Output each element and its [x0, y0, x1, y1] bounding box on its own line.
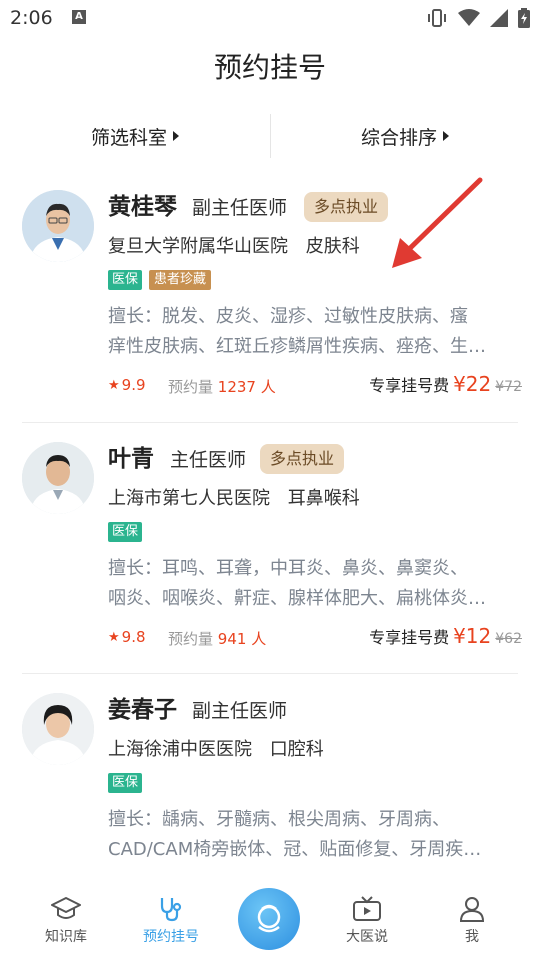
annotation-arrow-icon — [392, 177, 483, 268]
department-filter[interactable]: 筛选科室 — [0, 114, 270, 158]
doctor-name: 黄桂琴 — [108, 194, 177, 220]
patient-favorite-badge: 患者珍藏 — [149, 270, 212, 290]
registration-fee: 专享挂号费 ¥12 ¥62 — [369, 624, 522, 648]
insurance-badge: 医保 — [108, 522, 143, 542]
doctor-stats: ★ 9.9 预约量 1237 人 专享挂号费 ¥22 ¥72 — [108, 372, 522, 400]
doctor-card[interactable]: 叶青 主任医师 多点执业 上海市第七人民医院 耳鼻喉科 医保 擅长：耳鸣、耳聋，… — [22, 442, 522, 654]
status-bar: 2:06 A — [0, 0, 540, 36]
department-name: 皮肤科 — [305, 236, 360, 257]
nav-talk[interactable]: 大医说 — [327, 896, 407, 946]
hospital-name: 上海市第七人民医院 — [108, 488, 270, 509]
doctor-hospital: 上海徐浦中医医院 口腔科 — [108, 737, 324, 763]
signal-icon — [490, 9, 508, 27]
nav-knowledge[interactable]: 知识库 — [26, 896, 106, 946]
fee-original-price: ¥72 — [495, 379, 522, 395]
status-time: 2:06 — [10, 7, 53, 29]
hospital-name: 复旦大学附属华山医院 — [108, 236, 288, 257]
specialty-line: 咽炎、咽喉炎、鼾症、腺样体肥大、扁桃体炎… — [108, 588, 486, 609]
fee-original-price: ¥62 — [495, 631, 522, 647]
doctor-name: 叶青 — [108, 446, 154, 472]
doctor-title: 副主任医师 — [192, 197, 288, 219]
specialty-line: 痒性皮肤病、红斑丘疹鳞屑性疾病、痤疮、生… — [108, 336, 486, 357]
multi-practice-tag: 多点执业 — [260, 444, 345, 474]
badges: 医保 — [108, 773, 143, 793]
fee-price: ¥22 — [453, 372, 492, 396]
doctor-title: 主任医师 — [170, 449, 247, 471]
avatar — [22, 693, 94, 765]
doctor-specialty: 擅长：龋病、牙髓病、根尖周病、牙周病、 CAD/CAM椅旁嵌体、冠、贴面修复、牙… — [108, 805, 520, 865]
nav-center-button[interactable] — [238, 888, 300, 950]
appointment-unit: 人 — [260, 378, 276, 396]
doctor-specialty: 擅长：耳鸣、耳聋，中耳炎、鼻炎、鼻窦炎、 咽炎、咽喉炎、鼾症、腺样体肥大、扁桃体… — [108, 554, 520, 614]
multi-practice-tag: 多点执业 — [304, 192, 389, 222]
nav-appointment-label: 预约挂号 — [143, 929, 199, 945]
person-icon — [459, 897, 485, 922]
department-name: 耳鼻喉科 — [287, 488, 360, 509]
avatar — [22, 190, 94, 262]
card-divider — [22, 673, 518, 674]
department-filter-label: 筛选科室 — [90, 126, 167, 149]
appointment-number: 1237 — [217, 378, 256, 396]
rating-value: 9.8 — [121, 628, 146, 646]
doctor-hospital: 复旦大学附属华山医院 皮肤科 — [108, 234, 360, 260]
page-title: 预约挂号 — [213, 51, 326, 84]
doctor-name: 姜春子 — [108, 697, 177, 723]
status-icons — [426, 7, 530, 29]
caret-right-icon — [443, 131, 449, 141]
vibrate-icon — [428, 9, 446, 27]
rating: ★ 9.8 — [108, 628, 146, 646]
specialty-line: 擅长：脱发、皮炎、湿疹、过敏性皮肤病、瘙 — [108, 306, 468, 327]
avatar — [22, 442, 94, 514]
specialty-line: 擅长：龋病、牙髓病、根尖周病、牙周病、 — [108, 809, 450, 830]
doctor-card[interactable]: 姜春子 副主任医师 上海徐浦中医医院 口腔科 医保 擅长：龋病、牙髓病、根尖周病… — [22, 693, 518, 873]
battery-icon — [518, 8, 530, 28]
appointment-unit: 人 — [251, 630, 267, 648]
mascot-icon — [257, 904, 281, 933]
specialty-line: 擅长：耳鸣、耳聋，中耳炎、鼻炎、鼻窦炎、 — [108, 558, 468, 579]
specialty-line: CAD/CAM椅旁嵌体、冠、贴面修复、牙周疾… — [108, 839, 482, 860]
nav-talk-label: 大医说 — [346, 929, 388, 945]
doctor-title: 副主任医师 — [192, 700, 288, 722]
nav-me[interactable]: 我 — [432, 896, 512, 946]
insurance-badge: 医保 — [108, 773, 143, 793]
appointment-number: 941 — [217, 630, 247, 648]
star-icon: ★ — [108, 377, 120, 393]
card-divider — [22, 422, 518, 423]
graduation-cap-icon — [51, 897, 81, 919]
stethoscope-icon — [160, 898, 182, 922]
appointment-count: 预约量 1237 人 — [168, 376, 276, 397]
nav-me-label: 我 — [465, 929, 479, 945]
appointment-label: 预约量 — [168, 378, 214, 396]
notification-a-icon: A — [72, 10, 86, 24]
filter-bar: 筛选科室 综合排序 — [0, 114, 540, 158]
doctor-stats: ★ 9.8 预约量 941 人 专享挂号费 ¥12 ¥62 — [108, 624, 522, 652]
doctor-hospital: 上海市第七人民医院 耳鼻喉科 — [108, 486, 360, 512]
star-icon: ★ — [108, 629, 120, 645]
badges: 医保 患者珍藏 — [108, 270, 212, 290]
fee-label: 专享挂号费 — [369, 376, 450, 395]
registration-fee: 专享挂号费 ¥22 ¥72 — [369, 372, 522, 396]
badges: 医保 — [108, 522, 143, 542]
sort-filter-label: 综合排序 — [360, 126, 437, 149]
sort-filter[interactable]: 综合排序 — [270, 114, 540, 158]
filter-divider — [270, 114, 271, 158]
nav-appointment[interactable]: 预约挂号 — [131, 896, 211, 946]
doctor-specialty: 擅长：脱发、皮炎、湿疹、过敏性皮肤病、瘙 痒性皮肤病、红斑丘疹鳞屑性疾病、痤疮、… — [108, 302, 520, 362]
fee-price: ¥12 — [453, 624, 492, 648]
appointment-label: 预约量 — [168, 630, 214, 648]
department-name: 口腔科 — [269, 739, 324, 760]
bottom-nav: 知识库 预约挂号 大医说 我 — [0, 880, 540, 960]
rating-value: 9.9 — [121, 376, 146, 394]
wifi-icon — [458, 9, 480, 26]
rating: ★ 9.9 — [108, 376, 146, 394]
tv-icon — [353, 896, 381, 921]
appointment-count: 预约量 941 人 — [168, 628, 266, 649]
caret-right-icon — [173, 131, 179, 141]
nav-knowledge-label: 知识库 — [45, 929, 87, 945]
hospital-name: 上海徐浦中医医院 — [108, 739, 252, 760]
fee-label: 专享挂号费 — [369, 628, 450, 647]
insurance-badge: 医保 — [108, 270, 143, 290]
